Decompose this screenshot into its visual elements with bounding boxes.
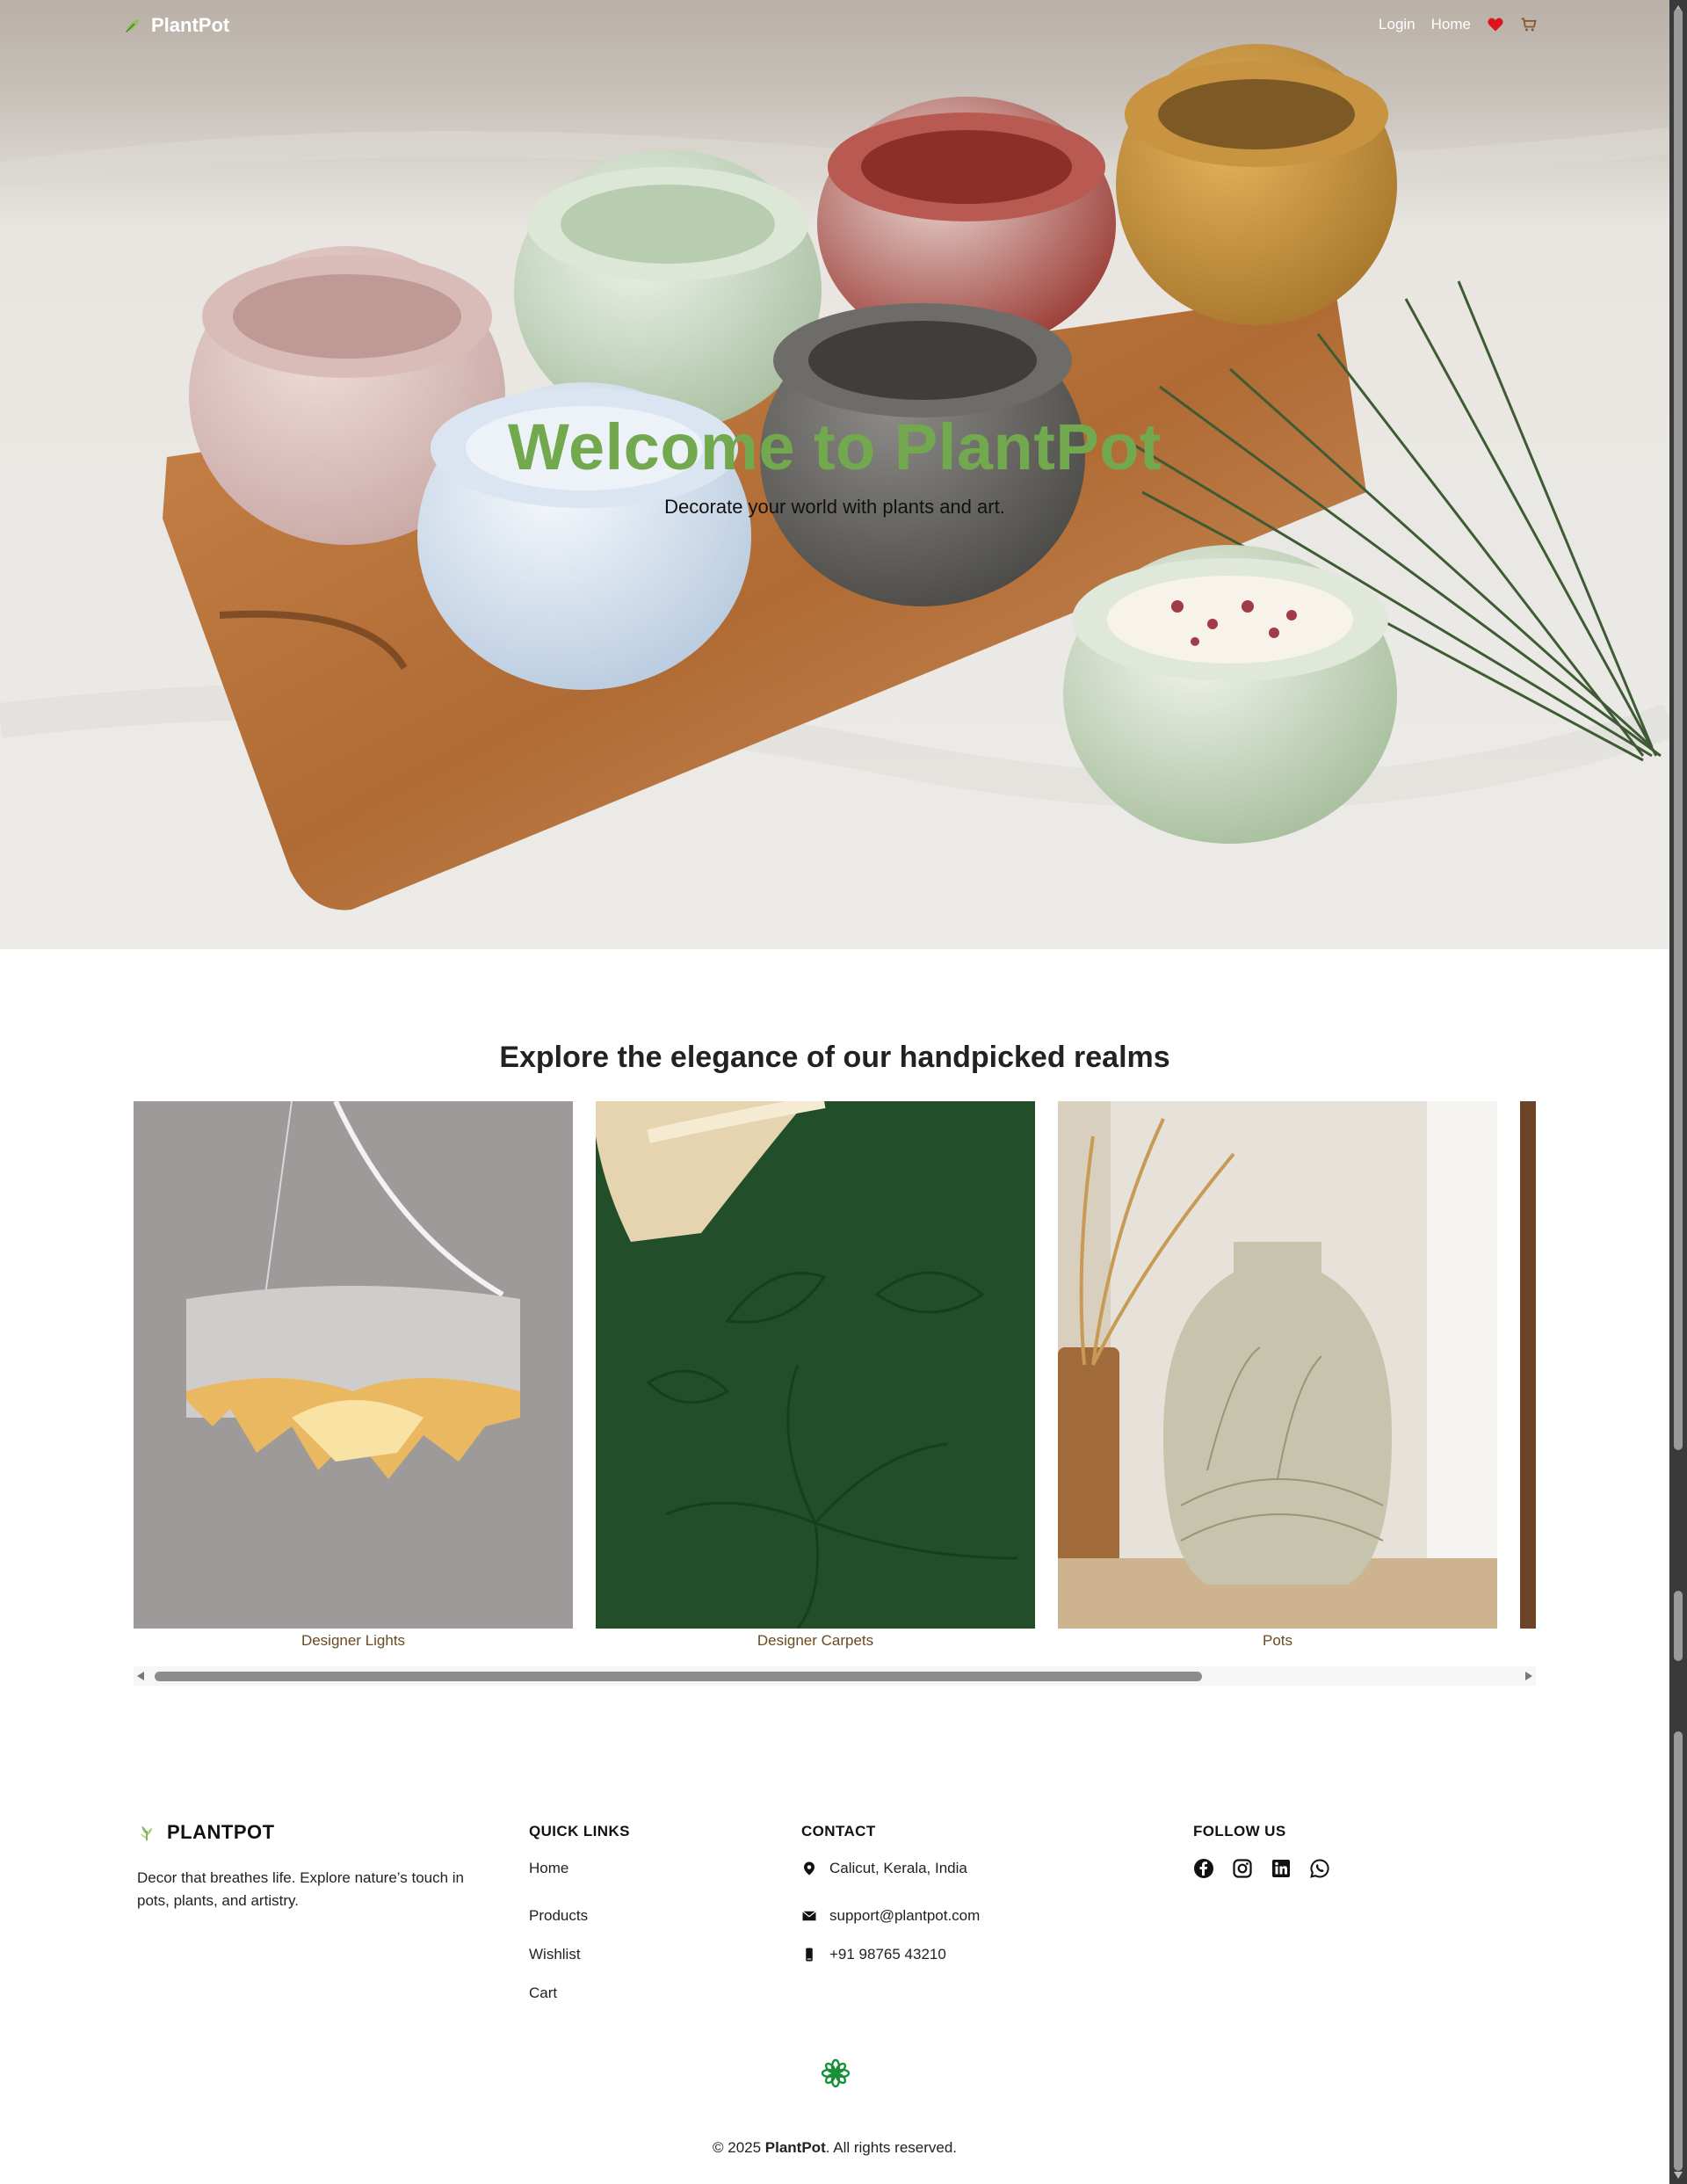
location-pin-icon bbox=[801, 1861, 817, 1876]
category-card-partial[interactable] bbox=[1520, 1101, 1536, 1646]
contact-email[interactable]: support@plantpot.com bbox=[801, 1897, 980, 1935]
quick-links-heading: QUICK LINKS bbox=[529, 1823, 630, 1839]
contact-phone-text[interactable]: +91 98765 43210 bbox=[829, 1946, 946, 1963]
plant-logo-icon bbox=[140, 1825, 153, 1841]
carousel-scroll-thumb[interactable] bbox=[155, 1672, 1202, 1681]
linkedin-icon[interactable] bbox=[1271, 1858, 1292, 1879]
carousel-scrollbar[interactable] bbox=[134, 1666, 1536, 1686]
footer-about: PLANTPOT Decor that breathes life. Explo… bbox=[137, 1821, 480, 1912]
phone-icon bbox=[801, 1947, 817, 1963]
copyright-suffix: . All rights reserved. bbox=[825, 2139, 958, 2156]
category-card-pots[interactable]: Pots bbox=[1058, 1101, 1497, 1649]
cart-icon[interactable] bbox=[1520, 16, 1538, 33]
scroll-down-arrow-icon[interactable] bbox=[1674, 2172, 1683, 2179]
nav-links: Login Home bbox=[1379, 16, 1538, 33]
envelope-icon bbox=[801, 1908, 817, 1924]
footer-description: Decor that breathes life. Explore nature… bbox=[137, 1869, 465, 1909]
footer-link-cart[interactable]: Cart bbox=[529, 1974, 630, 2013]
copyright-brand: PlantPot bbox=[764, 2139, 826, 2156]
footer-brand: PLANTPOT bbox=[137, 1821, 480, 1844]
designer-carpets-label[interactable]: Designer Carpets bbox=[596, 1632, 1035, 1650]
category-card-designer-lights[interactable]: Designer Lights bbox=[134, 1101, 573, 1649]
category-card-designer-carpets[interactable]: Designer Carpets bbox=[596, 1101, 1035, 1649]
flower-emblem-icon bbox=[821, 2058, 851, 2088]
footer-quick-links: QUICK LINKS Home Products Wishlist Cart bbox=[529, 1823, 630, 2013]
realms-heading: Explore the elegance of our handpicked r… bbox=[499, 1041, 1170, 1074]
category-carousel[interactable]: Designer Lights Designer Carpets Pots bbox=[134, 1101, 1536, 1664]
copyright-prefix: © 2025 bbox=[712, 2139, 765, 2156]
contact-address-text: Calicut, Kerala, India bbox=[829, 1860, 967, 1876]
copyright-text: © 2025 PlantPot. All rights reserved. bbox=[0, 2139, 1669, 2157]
window-scroll-marker-lower bbox=[1674, 1731, 1683, 2171]
footer-link-products[interactable]: Products bbox=[529, 1897, 630, 1935]
whatsapp-icon[interactable] bbox=[1309, 1858, 1330, 1879]
instagram-icon[interactable] bbox=[1232, 1858, 1253, 1879]
social-links bbox=[1193, 1858, 1330, 1879]
nav-home-link[interactable]: Home bbox=[1431, 16, 1471, 33]
brand-logo[interactable]: PlantPot bbox=[123, 14, 229, 37]
follow-heading: FOLLOW US bbox=[1193, 1823, 1286, 1839]
window-scroll-marker bbox=[1674, 1591, 1683, 1661]
footer-link-wishlist[interactable]: Wishlist bbox=[529, 1935, 630, 1974]
footer-brand-name: PLANTPOT bbox=[167, 1821, 275, 1843]
footer-contact: CONTACT Calicut, Kerala, India support@p… bbox=[801, 1823, 980, 1974]
contact-address: Calicut, Kerala, India bbox=[801, 1858, 980, 1879]
contact-phone[interactable]: +91 98765 43210 bbox=[801, 1935, 980, 1974]
hero-subtitle: Decorate your world with plants and art. bbox=[664, 496, 1005, 518]
top-navigation: PlantPot Login Home bbox=[0, 0, 1669, 53]
scroll-right-arrow-icon[interactable] bbox=[1525, 1672, 1532, 1680]
pots-label[interactable]: Pots bbox=[1058, 1632, 1497, 1650]
footer-link-home[interactable]: Home bbox=[529, 1858, 630, 1879]
partial-category-image bbox=[1520, 1101, 1536, 1629]
footer-follow: FOLLOW US bbox=[1193, 1823, 1330, 1879]
brand-name: PlantPot bbox=[151, 14, 230, 36]
facebook-icon[interactable] bbox=[1193, 1858, 1214, 1879]
designer-lights-label[interactable]: Designer Lights bbox=[134, 1632, 573, 1650]
designer-lights-image bbox=[134, 1101, 573, 1629]
site-footer: PLANTPOT Decor that breathes life. Explo… bbox=[0, 1793, 1669, 2184]
window-scrollbar[interactable] bbox=[1669, 0, 1687, 2184]
contact-heading: CONTACT bbox=[801, 1823, 876, 1839]
window-scroll-thumb[interactable] bbox=[1674, 9, 1683, 1450]
heart-icon[interactable] bbox=[1487, 16, 1504, 33]
hero-title: Welcome to PlantPot bbox=[507, 410, 1162, 483]
nav-login-link[interactable]: Login bbox=[1379, 16, 1415, 33]
pots-image bbox=[1058, 1101, 1497, 1629]
hero-section: PlantPot Login Home Welcome to PlantPot … bbox=[0, 0, 1669, 949]
scroll-left-arrow-icon[interactable] bbox=[137, 1672, 144, 1680]
leaf-logo-icon bbox=[126, 18, 140, 33]
designer-carpets-image bbox=[596, 1101, 1035, 1629]
contact-email-text[interactable]: support@plantpot.com bbox=[829, 1907, 980, 1925]
